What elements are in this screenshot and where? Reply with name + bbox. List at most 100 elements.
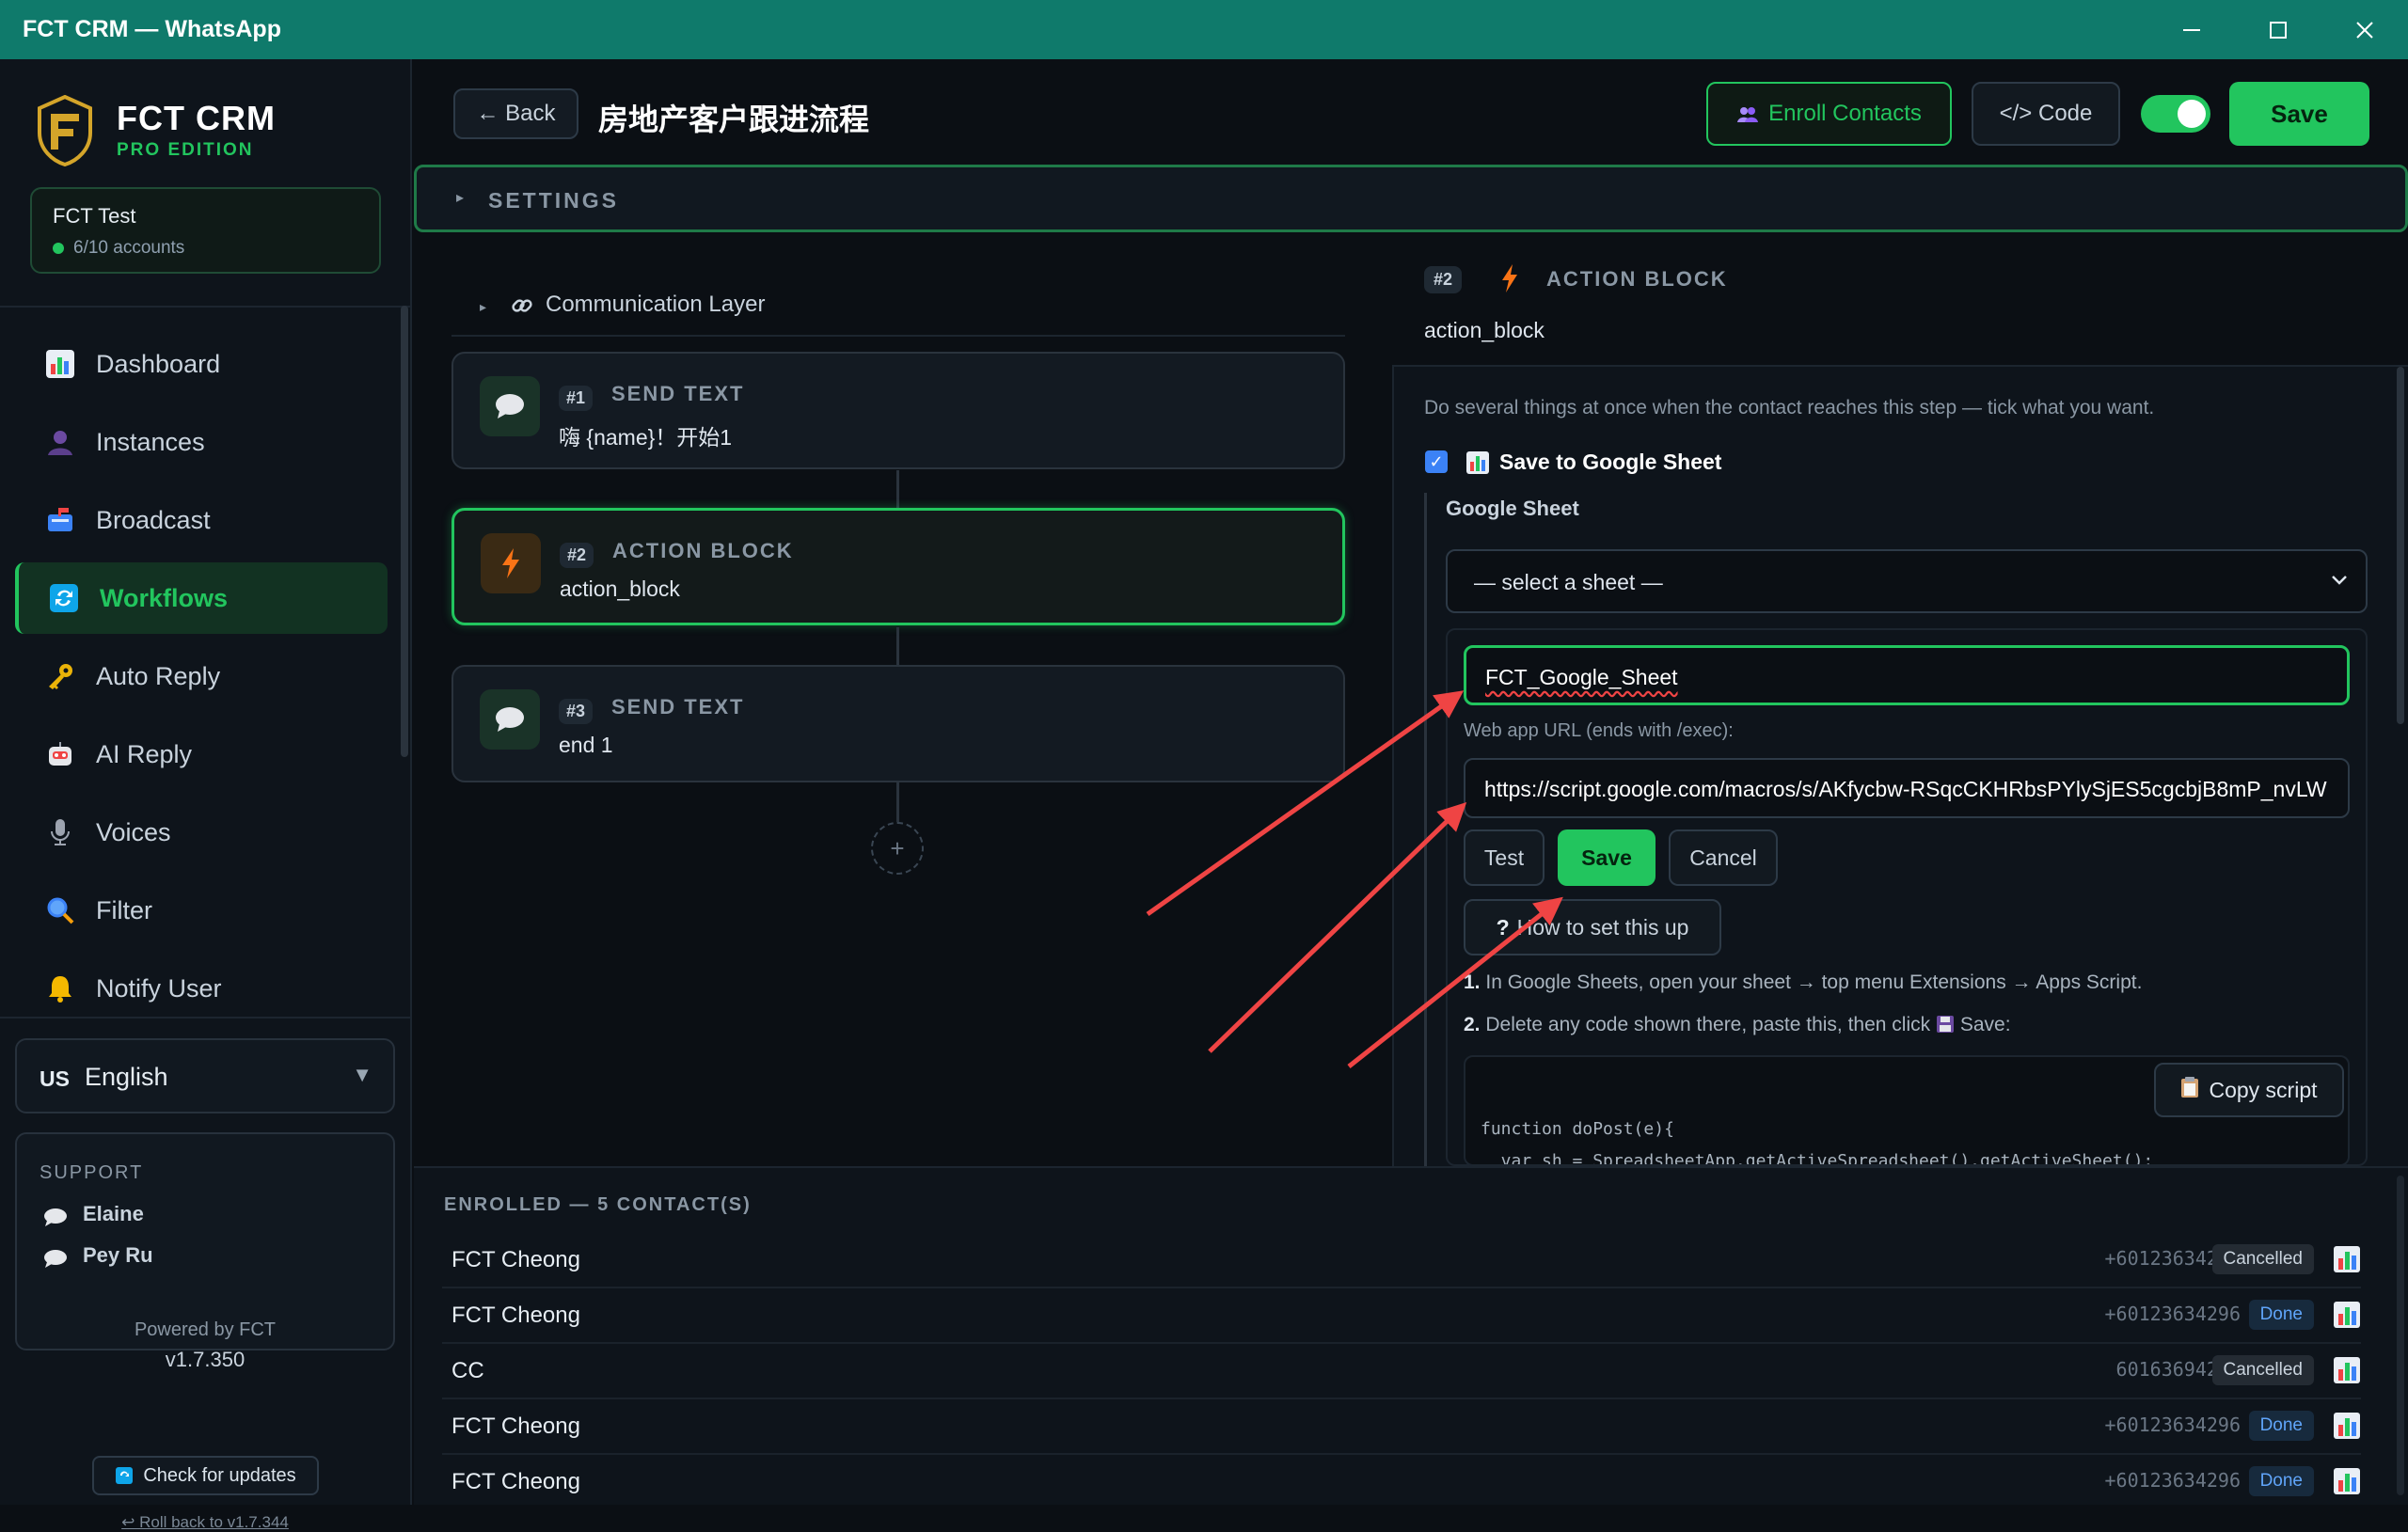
save-to-sheet-checkbox[interactable]: ✓ <box>1425 450 1448 473</box>
google-sheet-label: Google Sheet <box>1446 497 1579 520</box>
option-indent-bar <box>1424 493 1427 1166</box>
sheet-chart-icon[interactable] <box>2333 1412 2361 1440</box>
sidebar-item-auto-reply[interactable]: Auto Reply <box>15 640 388 712</box>
enroll-contacts-button[interactable]: Enroll Contacts <box>1706 82 1952 146</box>
flow-step-card-selected[interactable]: #2 ACTION BLOCK action_block <box>452 508 1345 625</box>
bell-icon <box>41 970 79 1007</box>
toggle-knob <box>2178 100 2206 128</box>
divider <box>0 1017 410 1019</box>
setup-step-1: 1. In Google Sheets, open your sheet → t… <box>1464 971 2142 994</box>
sheet-chart-icon[interactable] <box>2333 1301 2361 1329</box>
close-icon[interactable] <box>2321 0 2408 59</box>
sidebar-item-label: Workflows <box>100 583 229 612</box>
editor-step-number: #2 <box>1424 266 1463 293</box>
sidebar-item-voices[interactable]: Voices <box>15 797 388 868</box>
setup-step-2-number: 2. <box>1464 1014 1481 1035</box>
minimize-icon[interactable] <box>2148 0 2235 59</box>
sidebar-item-ai-reply[interactable]: AI Reply <box>15 719 388 790</box>
editor-step-id: action_block <box>1424 318 1545 342</box>
sidebar-item-label: Auto Reply <box>96 661 221 690</box>
support-contact-elaine[interactable]: Elaine <box>83 1202 144 1226</box>
powered-by: Powered by FCT <box>134 1319 277 1340</box>
sidebar-item-filter[interactable]: Filter <box>15 875 388 946</box>
microphone-icon <box>41 813 79 851</box>
step-number: #2 <box>560 543 594 568</box>
link-icon <box>510 293 534 318</box>
apps-script-code-text: function doPost(e){ var sh = Spreadsheet… <box>1481 1119 2154 1166</box>
how-to-setup-button[interactable]: ? How to set this up <box>1464 899 1721 956</box>
status-badge: Done <box>2248 1411 2314 1441</box>
settings-section[interactable]: ▸ SETTINGS <box>414 165 2408 232</box>
support-panel: SUPPORT Elaine Pey Ru <box>15 1132 395 1350</box>
language-select[interactable]: US English ▼ <box>15 1038 395 1113</box>
flow-step-card[interactable]: #1 SEND TEXT 嗨 {name}！开始1 <box>452 352 1345 469</box>
test-button[interactable]: Test <box>1464 829 1545 886</box>
floppy-disk-icon <box>1936 1014 1955 1035</box>
save-workflow-button[interactable]: Save <box>2229 82 2369 146</box>
back-button[interactable]: ← Back <box>453 88 578 139</box>
table-row[interactable]: FCT Cheong +60123634296 Done <box>442 1289 2361 1344</box>
divider <box>0 306 410 308</box>
rollback-link[interactable]: ↩ Roll back to v1.7.344 <box>0 1513 410 1532</box>
workflow-enabled-toggle[interactable] <box>2141 95 2210 133</box>
sheet-select-value: — select a sheet — <box>1474 570 1663 594</box>
flow-step-card[interactable]: #3 SEND TEXT end 1 <box>452 665 1345 782</box>
check-updates-button[interactable]: Check for updates <box>92 1456 319 1495</box>
sidebar-item-dashboard[interactable]: Dashboard <box>15 328 388 400</box>
sidebar: FCT CRM PRO EDITION FCT Test 6/10 accoun… <box>0 59 412 1531</box>
maximize-icon[interactable] <box>2235 0 2321 59</box>
flow-connector <box>896 470 899 508</box>
panel-scrollbar[interactable] <box>2397 367 2404 724</box>
table-row[interactable]: FCT Cheong +60123634296 Cancelled <box>442 1234 2361 1288</box>
step-kind: ACTION BLOCK <box>612 539 794 562</box>
setup-step-2-save: Save: <box>1959 1014 2011 1035</box>
add-step-button[interactable]: + <box>871 822 924 875</box>
table-row[interactable]: FCT Cheong +60123634296 Done <box>442 1400 2361 1455</box>
refresh-icon <box>116 1467 134 1484</box>
sheet-chart-icon[interactable] <box>2333 1356 2361 1384</box>
setup-step-1-text: In Google Sheets, open your sheet → top … <box>1485 971 2143 993</box>
sheet-select[interactable]: — select a sheet — <box>1446 549 2368 613</box>
step-number: #1 <box>559 386 594 411</box>
window-titlebar: FCT CRM — WhatsApp <box>0 0 2408 59</box>
contact-name: CC <box>452 1358 484 1383</box>
setup-step-2: 2. Delete any code shown there, paste th… <box>1464 1014 2011 1036</box>
lightning-icon <box>481 533 541 593</box>
chat-bubble-icon <box>43 1208 68 1226</box>
sidebar-item-instances[interactable]: Instances <box>15 406 388 478</box>
communication-layer-group[interactable]: ▸ Communication Layer <box>452 288 1345 337</box>
flow-connector <box>896 782 899 822</box>
sheet-chart-icon[interactable] <box>2333 1245 2361 1273</box>
sheet-name-input[interactable]: FCT_Google_Sheet <box>1464 645 2350 705</box>
sidebar-scrollbar[interactable] <box>401 306 408 757</box>
table-row[interactable]: CC 60163694296 Cancelled <box>442 1345 2361 1399</box>
contact-name: FCT Cheong <box>452 1469 580 1494</box>
how-to-setup-label: How to set this up <box>1516 914 1689 940</box>
sidebar-item-label: AI Reply <box>96 739 193 768</box>
step-editor-header <box>1392 232 2408 367</box>
magnifier-icon <box>41 892 79 929</box>
code-button[interactable]: </> Code <box>1972 82 2120 146</box>
status-dot-icon <box>53 243 64 254</box>
chat-bubble-icon <box>43 1249 68 1268</box>
contact-phone: +60123634296 <box>2104 1414 2242 1436</box>
account-card[interactable]: FCT Test 6/10 accounts <box>30 187 381 274</box>
setup-step-1-number: 1. <box>1464 971 1481 993</box>
save-sheet-button[interactable]: Save <box>1558 829 1656 886</box>
table-row[interactable]: FCT Cheong +60123634296 Done <box>442 1456 2361 1510</box>
sidebar-item-workflows[interactable]: Workflows <box>15 562 388 634</box>
sheet-chart-icon[interactable] <box>2333 1467 2361 1495</box>
step-kind: SEND TEXT <box>611 382 745 405</box>
support-contact-pey-ru[interactable]: Pey Ru <box>83 1243 153 1268</box>
sidebar-item-broadcast[interactable]: Broadcast <box>15 484 388 556</box>
brand-name: FCT CRM <box>117 99 276 137</box>
web-app-url-input[interactable]: https://script.google.com/macros/s/AKfyc… <box>1464 758 2350 818</box>
enrolled-heading: ENROLLED — 5 CONTACT(S) <box>444 1194 752 1215</box>
sheet-chart-icon <box>1465 450 1490 480</box>
copy-script-button[interactable]: Copy script <box>2154 1063 2344 1117</box>
enrolled-scrollbar[interactable] <box>2397 1176 2404 1495</box>
sidebar-item-notify-user[interactable]: Notify User <box>15 953 388 1024</box>
cancel-button[interactable]: Cancel <box>1669 829 1778 886</box>
status-badge: Done <box>2248 1300 2314 1330</box>
flow-connector <box>896 627 899 665</box>
